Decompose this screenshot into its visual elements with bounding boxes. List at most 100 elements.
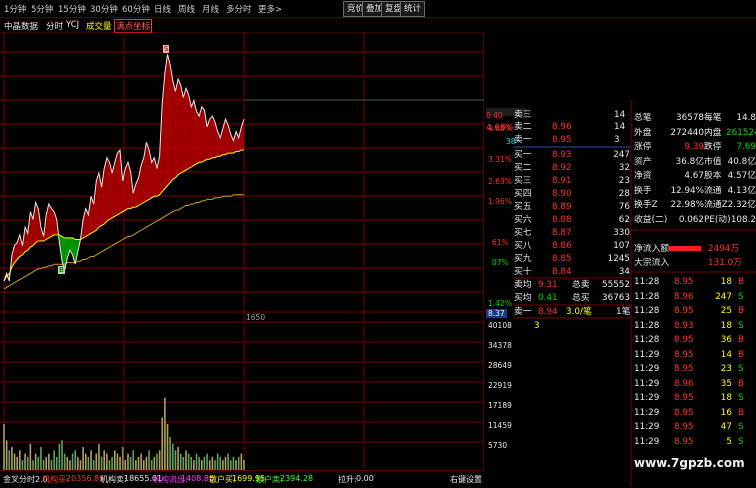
signal-fill: [209, 116, 213, 160]
stat-value: 4.57亿: [727, 171, 756, 181]
tick-price[interactable]: 8.93: [674, 320, 694, 333]
tick-side[interactable]: S: [738, 392, 744, 405]
tick-price[interactable]: 8.95: [674, 334, 694, 347]
tick-side[interactable]: S: [738, 291, 744, 304]
tick-time[interactable]: 11:29: [634, 349, 659, 362]
tick-price[interactable]: 8.95: [674, 392, 694, 405]
tick-time[interactable]: 11:28: [634, 305, 659, 318]
period-daily[interactable]: 日线: [154, 3, 171, 15]
tick-price[interactable]: 8.95: [674, 363, 694, 376]
flow-label: 大宗流入: [634, 258, 670, 268]
buy-order-vol: 330: [613, 228, 630, 238]
period-more[interactable]: 更多>: [258, 3, 282, 15]
period-weekly[interactable]: 周线: [178, 3, 195, 15]
period-monthly[interactable]: 月线: [202, 3, 219, 15]
tick-time[interactable]: 11:29: [634, 363, 659, 376]
tick-time[interactable]: 11:28: [634, 320, 659, 333]
buy-order-label: 买二: [514, 163, 532, 173]
tick-time[interactable]: 11:29: [634, 436, 659, 449]
tick-side[interactable]: B: [738, 378, 744, 391]
period-30min[interactable]: 30分钟: [90, 3, 118, 15]
tick-price[interactable]: 8.95: [674, 276, 694, 289]
coord-label[interactable]: 满点坐标: [114, 19, 153, 33]
period-60min[interactable]: 60分钟: [122, 3, 150, 15]
tick-volume[interactable]: 247: [708, 291, 732, 304]
pullup-value: 0.00: [356, 474, 374, 483]
volume-label: 成交量: [86, 22, 112, 32]
tick-time[interactable]: 11:29: [634, 378, 659, 391]
period-multi[interactable]: 多分时: [226, 3, 252, 15]
stat-key: 换手Z: [634, 200, 658, 210]
tick-price[interactable]: 8.95: [674, 436, 694, 449]
tick-volume[interactable]: 47: [708, 421, 732, 434]
stat-value: 2.32亿: [727, 200, 756, 210]
stat-value: 22.98%: [670, 200, 704, 210]
tick-price[interactable]: 8.95: [674, 349, 694, 362]
tick-side[interactable]: S: [738, 436, 744, 449]
tick-price[interactable]: 8.95: [674, 421, 694, 434]
stat-value: 12.94%: [670, 185, 704, 196]
tick-price[interactable]: 8.95: [674, 305, 694, 318]
signal-fill: [51, 208, 55, 237]
tick-time[interactable]: 11:29: [634, 392, 659, 405]
tick-volume[interactable]: 36: [708, 334, 732, 347]
total-buy-label: 总买: [572, 293, 590, 303]
pullup-label: 拉升:: [338, 475, 357, 484]
tick-side[interactable]: B: [738, 305, 744, 318]
sell-order-label: 卖一: [514, 135, 532, 145]
tick-side[interactable]: S: [738, 320, 744, 333]
quote-top-pct: 0.40: [486, 111, 503, 120]
stat-key: 内盘: [704, 127, 722, 138]
tick-side[interactable]: S: [738, 363, 744, 376]
stat-key: 净资: [634, 171, 652, 181]
tick-volume[interactable]: 35: [708, 378, 732, 391]
stat-key: 每笔: [704, 113, 722, 123]
tick-price[interactable]: 8.95: [674, 407, 694, 420]
tick-side[interactable]: B: [738, 349, 744, 362]
tick-side[interactable]: B: [738, 334, 744, 347]
tick-volume[interactable]: 5: [708, 436, 732, 449]
signal-fill: [170, 65, 173, 183]
tick-volume[interactable]: 14: [708, 349, 732, 362]
signal-fill: [117, 150, 121, 215]
tick-volume[interactable]: 18: [708, 320, 732, 333]
period-5min[interactable]: 5分钟: [31, 3, 53, 15]
tick-price[interactable]: 8.96: [674, 291, 694, 304]
tick-time[interactable]: 11:28: [634, 291, 659, 304]
bottom-sell-price: 8.94: [538, 307, 558, 317]
signal-fill: [146, 142, 150, 201]
tick-volume[interactable]: 25: [708, 305, 732, 318]
tick-volume[interactable]: 16: [708, 407, 732, 420]
right-click-settings[interactable]: 右键设置: [450, 474, 482, 485]
tick-volume[interactable]: 18: [708, 392, 732, 405]
tick-time[interactable]: 11:28: [634, 334, 659, 347]
buy-order-vol: 76: [618, 202, 630, 212]
mode-label: 分时: [46, 22, 64, 32]
tick-time[interactable]: 11:29: [634, 421, 659, 434]
stat-key: 换手: [634, 185, 652, 196]
tick-side[interactable]: B: [738, 407, 744, 420]
buy-order-vol: 107: [613, 241, 630, 251]
buy-order-label: 买八: [514, 241, 532, 251]
signal-fill: [164, 54, 168, 189]
tick-volume[interactable]: 18: [708, 276, 732, 289]
inst-sell-label: 机构卖:: [100, 475, 127, 484]
period-1min[interactable]: 1分钟: [4, 3, 26, 15]
tick-price[interactable]: 8.96: [674, 378, 694, 391]
avg-buy-price: 0.41: [538, 293, 558, 303]
stats-button[interactable]: 统计: [400, 1, 426, 17]
intraday-chart[interactable]: [0, 32, 484, 470]
tick-time[interactable]: 11:28: [634, 276, 659, 289]
tick-volume[interactable]: 23: [708, 363, 732, 376]
sell-order-pct: 4.68%: [486, 123, 514, 133]
tick-side[interactable]: S: [738, 421, 744, 434]
tick-time[interactable]: 11:29: [634, 407, 659, 420]
buy-order-vol: 23: [618, 176, 630, 186]
buy-signal-label: B: [58, 266, 65, 274]
buy-order-label: 买十: [514, 267, 532, 277]
period-15min[interactable]: 15分钟: [58, 3, 86, 15]
avg-sell-label: 卖均: [514, 280, 532, 290]
buy-order-label: 买四: [514, 189, 532, 199]
tick-side[interactable]: B: [738, 276, 744, 289]
buy-order-price: 8.88: [552, 215, 572, 225]
